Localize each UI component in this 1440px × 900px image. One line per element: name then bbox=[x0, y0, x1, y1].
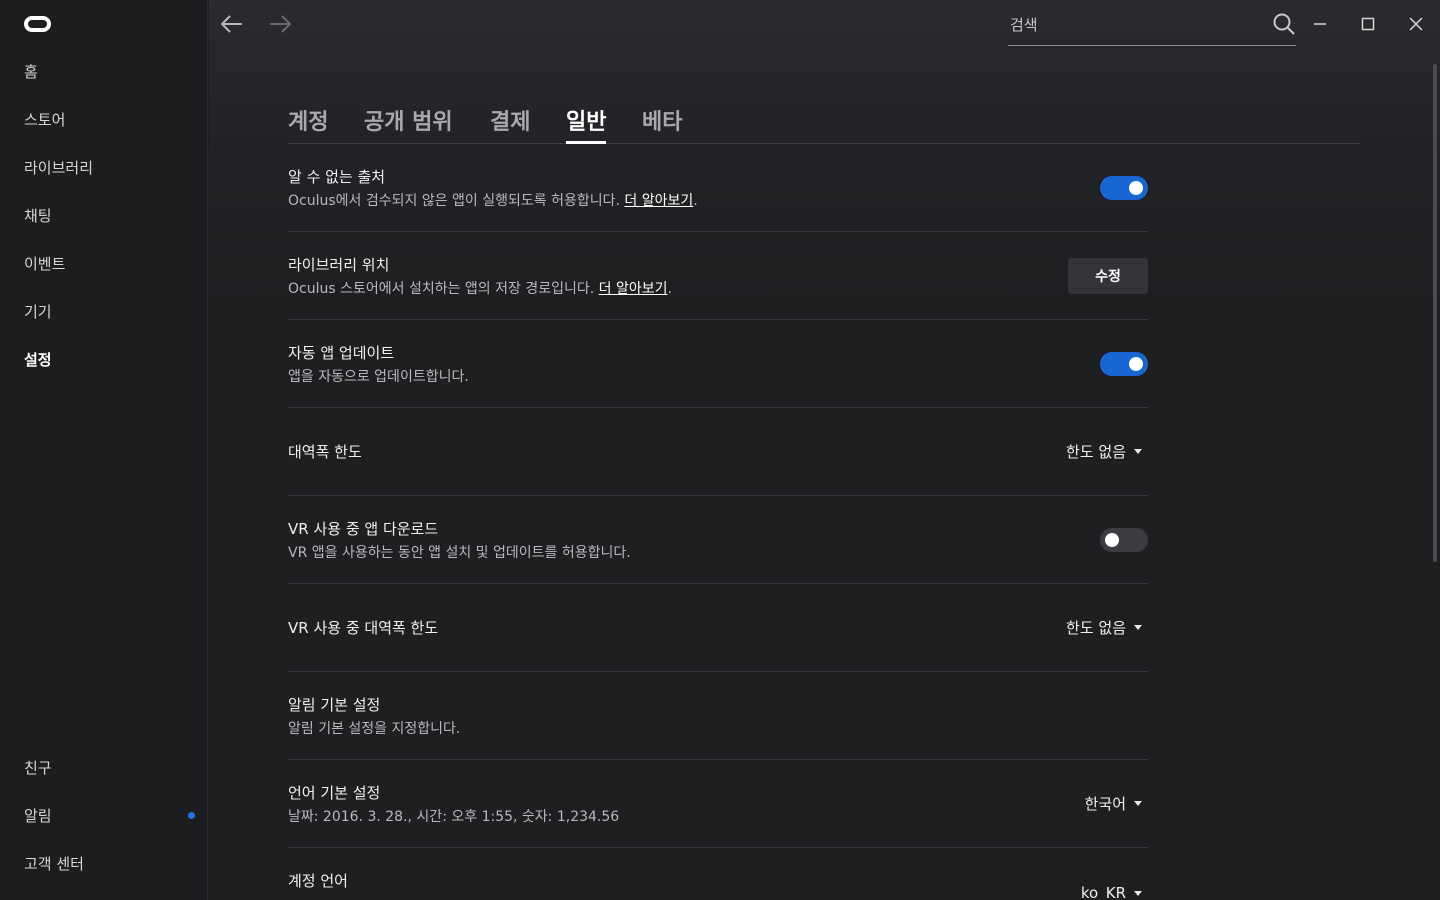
minimize-icon bbox=[1314, 23, 1326, 25]
sidebar-item-notifications[interactable]: 알림 bbox=[24, 804, 52, 828]
close-button[interactable] bbox=[1400, 8, 1432, 40]
sidebar-item-friends[interactable]: 친구 bbox=[24, 756, 52, 780]
arrow-left-icon bbox=[221, 15, 242, 33]
back-button[interactable] bbox=[216, 8, 248, 40]
caret-down-icon bbox=[1134, 801, 1142, 806]
setting-vr-bandwidth-limit: VR 사용 중 대역폭 한도 한도 없음 bbox=[288, 584, 1148, 672]
setting-title: VR 사용 중 앱 다운로드 bbox=[288, 520, 439, 538]
settings-list: 알 수 없는 출처 Oculus에서 검수되지 않은 앱이 실행되도록 허용합니… bbox=[288, 144, 1148, 900]
oculus-logo-icon[interactable] bbox=[24, 16, 51, 32]
setting-description: 알림 기본 설정을 지정합니다. bbox=[288, 721, 461, 737]
sidebar-item-events[interactable]: 이벤트 bbox=[24, 252, 65, 276]
sidebar-item-home[interactable]: 홈 bbox=[24, 60, 38, 84]
sidebar-item-help-center[interactable]: 고객 센터 bbox=[24, 852, 84, 876]
language-dropdown[interactable]: 한국어 bbox=[1085, 793, 1142, 814]
tab-account[interactable]: 계정 bbox=[288, 104, 328, 140]
main-content: 계정 공개 범위 결제 일반 베타 알 수 없는 출처 Oculus에서 검수되… bbox=[209, 0, 1440, 900]
auto-update-toggle[interactable] bbox=[1100, 352, 1148, 376]
setting-title: VR 사용 중 대역폭 한도 bbox=[288, 619, 439, 637]
setting-title: 알 수 없는 출처 bbox=[288, 168, 386, 186]
search-icon[interactable] bbox=[1272, 12, 1296, 36]
edit-library-button[interactable]: 수정 bbox=[1068, 258, 1148, 294]
setting-auto-update: 자동 앱 업데이트 앱을 자동으로 업데이트합니다. bbox=[288, 320, 1148, 408]
setting-title: 알림 기본 설정 bbox=[288, 696, 381, 714]
sidebar: 홈 스토어 라이브러리 채팅 이벤트 기기 설정 친구 알림 고객 센터 bbox=[0, 0, 208, 900]
setting-title: 언어 기본 설정 bbox=[288, 784, 381, 802]
caret-down-icon bbox=[1134, 890, 1142, 896]
unknown-sources-toggle[interactable] bbox=[1100, 176, 1148, 200]
setting-notification-preferences[interactable]: 알림 기본 설정 알림 기본 설정을 지정합니다. bbox=[288, 672, 1148, 760]
setting-bandwidth-limit: 대역폭 한도 한도 없음 bbox=[288, 408, 1148, 496]
download-during-vr-toggle[interactable] bbox=[1100, 528, 1148, 552]
sidebar-item-chat[interactable]: 채팅 bbox=[24, 204, 52, 228]
learn-more-link[interactable]: 더 알아보기 bbox=[599, 281, 668, 297]
setting-title: 자동 앱 업데이트 bbox=[288, 344, 395, 362]
toggle-knob bbox=[1129, 357, 1143, 371]
scrollbar[interactable] bbox=[1433, 64, 1437, 562]
toggle-knob bbox=[1105, 533, 1119, 547]
setting-description: 날짜: 2016. 3. 28., 시간: 오후 1:55, 숫자: 1,234… bbox=[288, 809, 620, 825]
notification-dot bbox=[188, 812, 195, 819]
setting-description: Oculus 스토어에서 설치하는 앱의 저장 경로입니다. 더 알아보기. bbox=[288, 281, 672, 297]
arrow-right-icon bbox=[270, 15, 291, 33]
setting-account-language: 계정 언어 ko_KR bbox=[288, 848, 1148, 900]
tab-general[interactable]: 일반 bbox=[566, 104, 607, 144]
tab-privacy[interactable]: 공개 범위 bbox=[364, 104, 453, 140]
setting-description: Oculus에서 검수되지 않은 앱이 실행되도록 허용합니다. 더 알아보기. bbox=[288, 193, 698, 209]
learn-more-link[interactable]: 더 알아보기 bbox=[624, 193, 693, 209]
setting-language-preferences: 언어 기본 설정 날짜: 2016. 3. 28., 시간: 오후 1:55, … bbox=[288, 760, 1148, 848]
search-input[interactable] bbox=[1010, 12, 1260, 38]
tab-payment[interactable]: 결제 bbox=[490, 104, 530, 140]
setting-title: 대역폭 한도 bbox=[288, 443, 362, 461]
settings-tabs: 계정 공개 범위 결제 일반 베타 bbox=[288, 100, 1360, 144]
bandwidth-limit-dropdown[interactable]: 한도 없음 bbox=[1066, 441, 1142, 462]
setting-unknown-sources: 알 수 없는 출처 Oculus에서 검수되지 않은 앱이 실행되도록 허용합니… bbox=[288, 144, 1148, 232]
sidebar-item-settings[interactable]: 설정 bbox=[24, 348, 52, 372]
setting-title: 계정 언어 bbox=[288, 872, 348, 890]
search-bar bbox=[1008, 8, 1296, 46]
maximize-icon bbox=[1361, 17, 1375, 31]
vr-bandwidth-limit-dropdown[interactable]: 한도 없음 bbox=[1066, 617, 1142, 638]
setting-description: VR 앱을 사용하는 동안 앱 설치 및 업데이트를 허용합니다. bbox=[288, 545, 631, 561]
setting-description: 앱을 자동으로 업데이트합니다. bbox=[288, 369, 469, 385]
caret-down-icon bbox=[1134, 449, 1142, 454]
caret-down-icon bbox=[1134, 625, 1142, 630]
sidebar-item-devices[interactable]: 기기 bbox=[24, 300, 52, 324]
account-language-dropdown[interactable]: ko_KR bbox=[1081, 884, 1142, 900]
tab-beta[interactable]: 베타 bbox=[642, 104, 682, 140]
close-icon bbox=[1409, 17, 1423, 31]
forward-button[interactable] bbox=[264, 8, 296, 40]
sidebar-item-store[interactable]: 스토어 bbox=[24, 108, 65, 132]
minimize-button[interactable] bbox=[1304, 8, 1336, 40]
setting-download-during-vr: VR 사용 중 앱 다운로드 VR 앱을 사용하는 동안 앱 설치 및 업데이트… bbox=[288, 496, 1148, 584]
maximize-button[interactable] bbox=[1352, 8, 1384, 40]
sidebar-item-library[interactable]: 라이브러리 bbox=[24, 156, 93, 180]
toggle-knob bbox=[1129, 181, 1143, 195]
setting-library-location: 라이브러리 위치 Oculus 스토어에서 설치하는 앱의 저장 경로입니다. … bbox=[288, 232, 1148, 320]
setting-title: 라이브러리 위치 bbox=[288, 256, 390, 274]
